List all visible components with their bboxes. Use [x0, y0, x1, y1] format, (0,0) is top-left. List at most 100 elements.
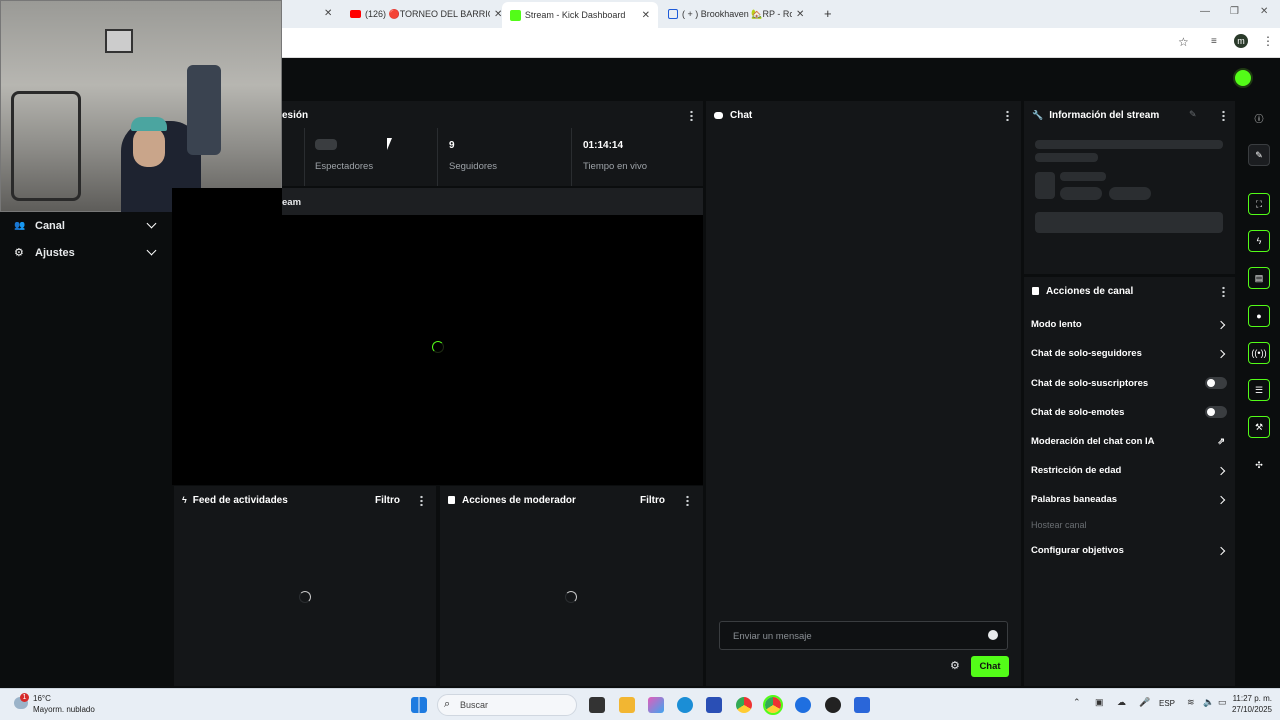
panel-title: Información del stream: [1049, 109, 1160, 121]
action-subscribers-only: Chat de solo-suscriptores: [1031, 377, 1227, 389]
microphone-icon[interactable]: 🎤: [1139, 697, 1150, 708]
chat-bubble-icon[interactable]: ●: [1248, 305, 1270, 327]
copilot-icon[interactable]: [648, 697, 664, 713]
tab-kick-dashboard[interactable]: Stream - Kick Dashboard ✕: [502, 2, 658, 28]
action-label: Palabras baneadas: [1031, 494, 1118, 505]
search-placeholder: Buscar: [460, 700, 489, 710]
close-tab-icon[interactable]: ✕: [796, 9, 804, 20]
emoji-icon[interactable]: [988, 630, 998, 640]
chat-settings-gear-icon[interactable]: ⚙: [950, 659, 960, 672]
action-age-restriction[interactable]: Restricción de edad: [1031, 465, 1227, 476]
edge-icon[interactable]: [677, 697, 693, 713]
wall-frame: [105, 29, 133, 53]
divider: [437, 128, 438, 186]
tab-youtube[interactable]: (126) 🔴TORNEO DEL BARRIO 🔴 ✕: [350, 4, 502, 24]
divider: [304, 128, 305, 186]
user-avatar[interactable]: [1233, 68, 1253, 88]
chat-panel: Chat Enviar un mensaje ⚙ Chat: [706, 101, 1021, 686]
panel-title: Chat: [730, 109, 753, 121]
info-icon[interactable]: ⓘ: [1248, 107, 1270, 129]
chrome-active-icon[interactable]: [763, 695, 783, 715]
language-indicator[interactable]: ESP: [1159, 699, 1175, 708]
chevron-up-icon[interactable]: ⌃: [1073, 697, 1081, 708]
panel-title: Acciones de canal: [1046, 285, 1134, 297]
sidebar-item-ajustes[interactable]: ⚙ Ajustes: [0, 245, 172, 263]
windows-start-icon[interactable]: [411, 697, 427, 713]
live-time-value: 01:14:14: [583, 140, 624, 151]
app-icon[interactable]: [825, 697, 841, 713]
close-tab-icon[interactable]: ✕: [642, 10, 650, 21]
minimize-icon[interactable]: —: [1200, 6, 1210, 17]
task-view-icon[interactable]: [589, 697, 605, 713]
profile-avatar[interactable]: m: [1234, 34, 1248, 48]
session-panel: esión Espectadores 9 Seguidores 01:14:14…: [282, 101, 703, 186]
more-options-icon[interactable]: [420, 495, 423, 506]
wifi-icon[interactable]: ≋: [1187, 697, 1195, 708]
close-tab-icon[interactable]: ✕: [324, 8, 332, 19]
clipboard-icon: [448, 496, 455, 504]
broadcast-icon[interactable]: ((•)): [1248, 342, 1270, 364]
viewers-value-skeleton: [315, 139, 337, 150]
users-icon: 👥: [14, 220, 26, 230]
more-widgets-icon[interactable]: ✣: [1248, 454, 1270, 476]
onedrive-icon[interactable]: ☁: [1117, 697, 1126, 708]
clipboard-icon[interactable]: ▤: [1248, 267, 1270, 289]
close-window-icon[interactable]: ✕: [1260, 6, 1268, 17]
more-options-icon[interactable]: [690, 110, 693, 121]
browser-menu-icon[interactable]: ⋮: [1262, 34, 1274, 48]
wrench-icon[interactable]: ⚒: [1248, 416, 1270, 438]
roblox-taskbar-icon[interactable]: [854, 697, 870, 713]
loading-spinner: [299, 591, 311, 603]
expand-icon[interactable]: ⛶: [1248, 193, 1270, 215]
volume-icon[interactable]: 🔈: [1203, 697, 1214, 708]
gear-icon: ⚙: [14, 247, 24, 259]
divider: [571, 128, 572, 186]
bookmark-star-icon[interactable]: ☆: [1178, 35, 1189, 49]
kick-icon: [510, 9, 521, 21]
subscribers-only-toggle[interactable]: [1205, 377, 1227, 389]
zoom-icon[interactable]: [795, 697, 811, 713]
more-options-icon[interactable]: [1222, 110, 1225, 121]
stream-info-header: 🔧 Información del stream: [1024, 101, 1235, 129]
send-chat-button[interactable]: Chat: [971, 656, 1009, 677]
action-label: Chat de solo-seguidores: [1031, 348, 1142, 359]
action-configure-goals[interactable]: Configurar objetivos: [1031, 545, 1227, 556]
chat-message-input[interactable]: Enviar un mensaje: [719, 621, 1008, 650]
more-options-icon[interactable]: [1222, 286, 1225, 297]
action-banned-words[interactable]: Palabras baneadas: [1031, 494, 1227, 505]
maximize-icon[interactable]: ❐: [1230, 6, 1239, 17]
weather-desc[interactable]: Mayorm. nublado: [33, 705, 95, 714]
emotes-only-toggle[interactable]: [1205, 406, 1227, 418]
chrome-icon[interactable]: [736, 697, 752, 713]
action-followers-only[interactable]: Chat de solo-seguidores: [1031, 348, 1227, 359]
filter-button[interactable]: Filtro: [375, 495, 400, 506]
person-cap: [131, 117, 167, 131]
chat-header: Chat: [706, 101, 1021, 129]
action-ai-moderation[interactable]: Moderación del chat con IA ⇗: [1031, 436, 1227, 447]
file-explorer-icon[interactable]: [619, 697, 635, 713]
media-control-icon[interactable]: ≡: [1211, 36, 1217, 47]
action-modo-lento[interactable]: Modo lento: [1031, 319, 1227, 330]
sidebar-item-canal[interactable]: 👥 Canal: [0, 218, 172, 236]
edit-pencil-icon[interactable]: ✎: [1189, 109, 1197, 120]
layout-icon[interactable]: ☰: [1248, 379, 1270, 401]
store-icon[interactable]: [706, 697, 722, 713]
session-panel-header: esión: [282, 101, 703, 129]
clock-date[interactable]: 27/10/2025: [1224, 705, 1272, 714]
clipboard-icon: [1032, 287, 1039, 295]
more-options-icon[interactable]: [686, 495, 689, 506]
new-tab-button[interactable]: +: [824, 6, 832, 21]
edit-icon[interactable]: ✎: [1248, 144, 1270, 166]
tab-roblox[interactable]: ( + ) Brookhaven 🏡RP - Roblo ✕: [668, 4, 804, 24]
lightning-icon[interactable]: ϟ: [1248, 230, 1270, 252]
weather-temp[interactable]: 16°C: [33, 694, 51, 703]
chevron-down-icon: [146, 218, 157, 229]
clock-time[interactable]: 11:27 p. m.: [1228, 694, 1272, 703]
taskbar-search[interactable]: ⌕ Buscar: [437, 694, 577, 716]
more-options-icon[interactable]: [1006, 110, 1009, 121]
filter-button[interactable]: Filtro: [640, 495, 665, 506]
roblox-icon: [668, 9, 678, 19]
followers-value: 9: [449, 140, 455, 151]
tray-app-icon[interactable]: ▣: [1095, 697, 1104, 708]
action-label: Chat de solo-emotes: [1031, 406, 1125, 418]
